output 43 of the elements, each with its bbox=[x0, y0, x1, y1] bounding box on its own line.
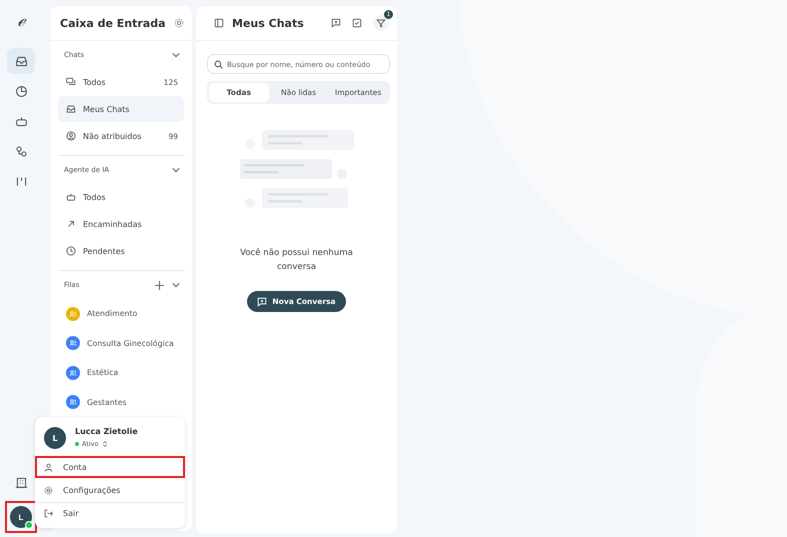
sidebar-toggle-icon[interactable] bbox=[214, 18, 224, 28]
checkbox-icon[interactable] bbox=[352, 18, 362, 28]
nav-button[interactable] bbox=[7, 48, 35, 74]
settings-icon bbox=[44, 486, 53, 494]
logout-icon bbox=[44, 509, 53, 518]
sidebar-item[interactable]: Todos bbox=[58, 184, 184, 210]
menu-item[interactable]: Sair bbox=[35, 502, 185, 526]
panel-title: Meus Chats bbox=[232, 16, 304, 30]
building-icon[interactable] bbox=[14, 476, 28, 489]
inbox-icon bbox=[14, 54, 28, 68]
columns-icon bbox=[14, 174, 28, 188]
chevron-updown-icon[interactable] bbox=[102, 441, 108, 447]
user-circle-icon bbox=[66, 131, 76, 141]
logo: ℯ bbox=[17, 10, 25, 32]
pie-chart-icon bbox=[14, 84, 28, 98]
user-avatar: L bbox=[44, 427, 66, 449]
search-icon bbox=[214, 60, 223, 69]
arrow-icon bbox=[66, 219, 76, 229]
filter-icon bbox=[376, 18, 386, 28]
menu-item[interactable]: Configurações bbox=[35, 479, 185, 501]
new-message-icon bbox=[257, 296, 268, 306]
chevron-down-icon[interactable] bbox=[172, 51, 180, 59]
menu-item[interactable]: Conta bbox=[35, 456, 185, 478]
sidebar-item[interactable]: Pendentes bbox=[58, 238, 184, 264]
new-message-icon[interactable] bbox=[331, 18, 341, 28]
chat-bubbles-icon bbox=[66, 77, 76, 87]
user-icon bbox=[44, 462, 53, 472]
clock-icon bbox=[66, 246, 76, 256]
robot-icon bbox=[14, 114, 28, 128]
inbox-icon bbox=[66, 104, 76, 114]
sidebar-item[interactable]: Meus Chats bbox=[58, 96, 184, 122]
sidebar-title: Caixa de Entrada bbox=[60, 16, 166, 30]
nodes-icon bbox=[14, 144, 28, 158]
chevron-down-icon[interactable] bbox=[172, 281, 180, 289]
settings-icon[interactable] bbox=[174, 18, 184, 28]
sidebar-item[interactable]: Encaminhadas bbox=[58, 211, 184, 237]
chevron-down-icon[interactable] bbox=[172, 166, 180, 174]
add-icon[interactable] bbox=[155, 280, 164, 290]
filter-button[interactable] bbox=[373, 15, 389, 31]
user-name: Lucca Zietolie bbox=[75, 427, 138, 436]
robot-icon bbox=[66, 192, 76, 202]
empty-message: Você não possui nenhuma conversa bbox=[239, 247, 354, 274]
user-avatar[interactable]: L bbox=[10, 506, 32, 528]
